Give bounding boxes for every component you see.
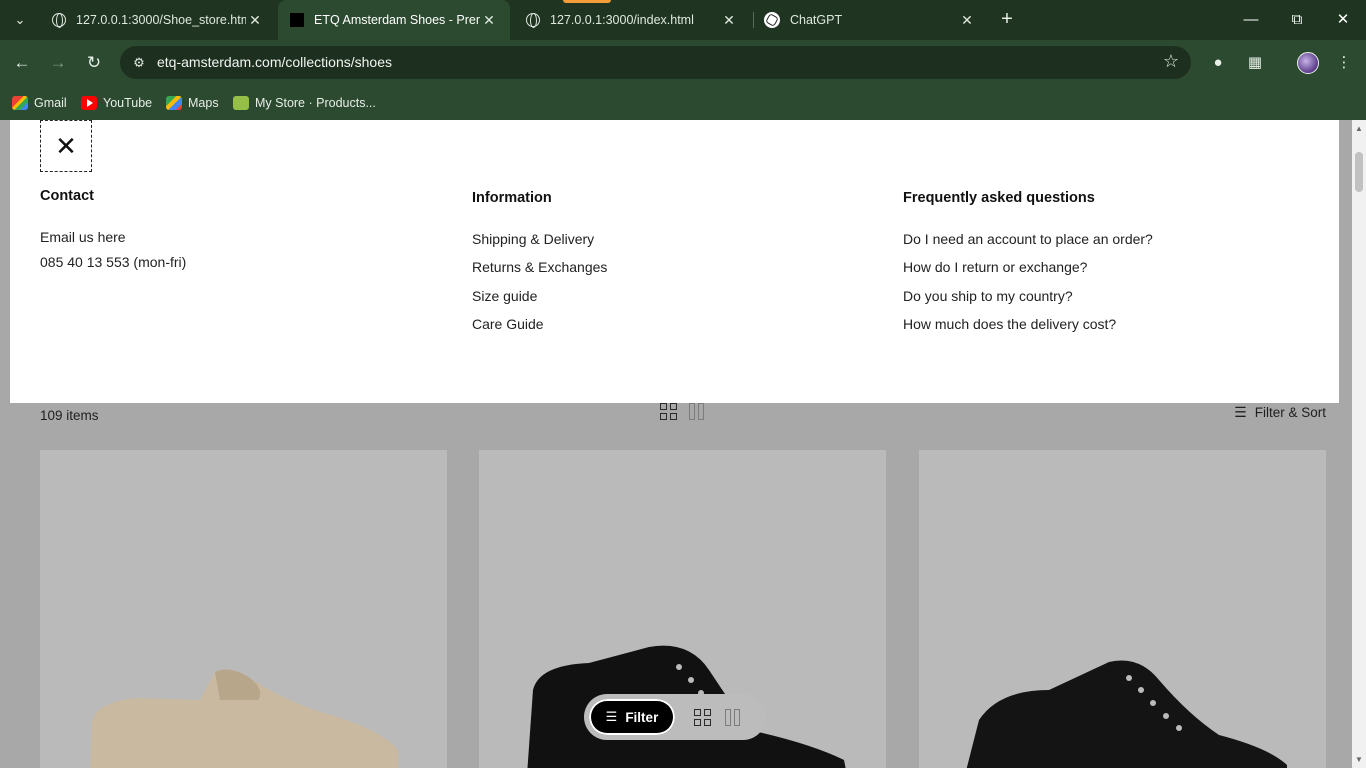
tab-title: 127.0.0.1:3000/index.html bbox=[550, 13, 694, 27]
returns-exchanges-link[interactable]: Returns & Exchanges bbox=[472, 259, 607, 275]
chatgpt-icon bbox=[764, 12, 780, 28]
filter-label: Filter bbox=[625, 709, 659, 725]
profile-avatar[interactable] bbox=[1297, 52, 1319, 74]
help-overlay-panel: ✕ Contact Email us here 085 40 13 553 (m… bbox=[10, 120, 1339, 403]
tab-title: ChatGPT bbox=[790, 13, 843, 27]
size-guide-link[interactable]: Size guide bbox=[472, 288, 537, 304]
grid-view-icon[interactable] bbox=[694, 709, 712, 727]
bookmark-label: YouTube bbox=[103, 96, 153, 110]
care-guide-link[interactable]: Care Guide bbox=[472, 316, 544, 332]
new-tab-button[interactable]: + bbox=[995, 8, 1019, 32]
tab-shoe-store[interactable]: 127.0.0.1:3000/Shoe_store.html ✕ bbox=[40, 6, 276, 34]
extension-drop-icon[interactable]: ● bbox=[1206, 51, 1230, 75]
close-tab-icon[interactable]: ✕ bbox=[720, 12, 738, 29]
sliders-icon: ☰ bbox=[1234, 404, 1247, 420]
collection-toolbar: 109 items ☰ Filter & Sort bbox=[0, 403, 1352, 443]
bookmarks-bar: Gmail YouTube Maps My Store · Products..… bbox=[0, 86, 1366, 120]
page-scrollbar[interactable]: ▲ ▼ bbox=[1352, 120, 1366, 768]
filter-sort-label: Filter & Sort bbox=[1254, 405, 1326, 420]
item-count: 109 items bbox=[40, 408, 99, 423]
close-icon[interactable]: ✕ bbox=[40, 120, 92, 172]
gmail-icon bbox=[12, 96, 28, 110]
faq-delivery-cost-link[interactable]: How much does the delivery cost? bbox=[903, 316, 1116, 332]
scroll-down-icon[interactable]: ▼ bbox=[1355, 755, 1363, 764]
bookmark-label: Gmail bbox=[34, 96, 67, 110]
site-info-icon[interactable]: ⚙ bbox=[129, 53, 149, 73]
forward-icon[interactable]: → bbox=[46, 51, 70, 75]
floating-filter-button[interactable]: ☰ Filter bbox=[589, 699, 675, 735]
tab-title: ETQ Amsterdam Shoes - Premiu bbox=[314, 13, 480, 27]
filter-sort-button[interactable]: ☰ Filter & Sort bbox=[1234, 404, 1326, 421]
bookmark-label: My Store · Products... bbox=[255, 96, 376, 110]
shipping-delivery-link[interactable]: Shipping & Delivery bbox=[472, 231, 594, 247]
reload-icon[interactable]: ↻ bbox=[82, 51, 106, 75]
two-column-view-icon[interactable] bbox=[689, 403, 707, 421]
url-text[interactable]: etq-amsterdam.com/collections/shoes bbox=[157, 54, 392, 70]
floating-filter-bar: ☰ Filter bbox=[584, 694, 766, 740]
close-window-icon[interactable]: ✕ bbox=[1331, 8, 1355, 32]
scroll-up-icon[interactable]: ▲ bbox=[1355, 124, 1363, 133]
product-card[interactable] bbox=[919, 450, 1326, 768]
youtube-icon bbox=[81, 96, 97, 110]
tab-index[interactable]: 127.0.0.1:3000/index.html ✕ bbox=[514, 6, 750, 34]
close-tab-icon[interactable]: ✕ bbox=[480, 12, 498, 29]
bookmark-maps[interactable]: Maps bbox=[166, 93, 219, 113]
etq-favicon bbox=[290, 13, 304, 27]
bookmark-label: Maps bbox=[188, 96, 219, 110]
faq-return-link[interactable]: How do I return or exchange? bbox=[903, 259, 1087, 275]
sliders-icon: ☰ bbox=[605, 709, 618, 724]
product-card[interactable] bbox=[40, 450, 447, 768]
faq-shipping-link[interactable]: Do you ship to my country? bbox=[903, 288, 1073, 304]
restore-icon[interactable]: ⧉ bbox=[1285, 8, 1309, 32]
scrollbar-thumb[interactable] bbox=[1355, 152, 1363, 192]
information-heading: Information bbox=[472, 190, 552, 206]
product-image-loafer bbox=[90, 669, 398, 768]
tab-title: 127.0.0.1:3000/Shoe_store.html bbox=[76, 13, 246, 27]
globe-icon bbox=[526, 13, 540, 28]
browser-tab-bar: ⌄ 127.0.0.1:3000/Shoe_store.html ✕ ETQ A… bbox=[0, 0, 1366, 40]
close-tab-icon[interactable]: ✕ bbox=[246, 12, 264, 29]
two-column-view-icon[interactable] bbox=[725, 709, 743, 727]
minimize-icon[interactable]: — bbox=[1239, 8, 1263, 32]
tab-chatgpt[interactable]: ChatGPT ✕ bbox=[752, 6, 988, 34]
shopify-icon bbox=[233, 96, 249, 110]
browser-toolbar: ← → ↻ ⚙ etq-amsterdam.com/collections/sh… bbox=[0, 40, 1366, 86]
maps-icon bbox=[166, 96, 182, 110]
tab-indicator bbox=[563, 0, 611, 3]
phone-number[interactable]: 085 40 13 553 (mon-fri) bbox=[40, 254, 186, 270]
kebab-menu-icon[interactable]: ⋮ bbox=[1332, 51, 1356, 75]
product-image-low-sneaker bbox=[966, 660, 1287, 768]
tab-etq-amsterdam[interactable]: ETQ Amsterdam Shoes - Premiu ✕ bbox=[278, 0, 510, 40]
address-bar[interactable]: ⚙ etq-amsterdam.com/collections/shoes ☆ bbox=[120, 46, 1191, 79]
bookmark-youtube[interactable]: YouTube bbox=[81, 93, 152, 113]
globe-icon bbox=[52, 13, 66, 28]
back-icon[interactable]: ← bbox=[10, 51, 34, 75]
bookmark-star-icon[interactable]: ☆ bbox=[1163, 51, 1179, 72]
page-content: 109 items ☰ Filter & Sort ☰ Filter ✕ Con… bbox=[0, 120, 1352, 768]
grid-view-icon[interactable] bbox=[660, 403, 678, 421]
email-us-link[interactable]: Email us here bbox=[40, 229, 126, 245]
bookmark-gmail[interactable]: Gmail bbox=[12, 93, 67, 113]
tab-search-chevron-icon[interactable]: ⌄ bbox=[8, 8, 32, 32]
contact-heading: Contact bbox=[40, 188, 94, 204]
faq-heading: Frequently asked questions bbox=[903, 190, 1095, 206]
faq-account-link[interactable]: Do I need an account to place an order? bbox=[903, 231, 1153, 247]
close-tab-icon[interactable]: ✕ bbox=[958, 12, 976, 29]
extensions-puzzle-icon[interactable]: ▦ bbox=[1243, 51, 1267, 75]
bookmark-my-store[interactable]: My Store · Products... bbox=[233, 93, 376, 113]
